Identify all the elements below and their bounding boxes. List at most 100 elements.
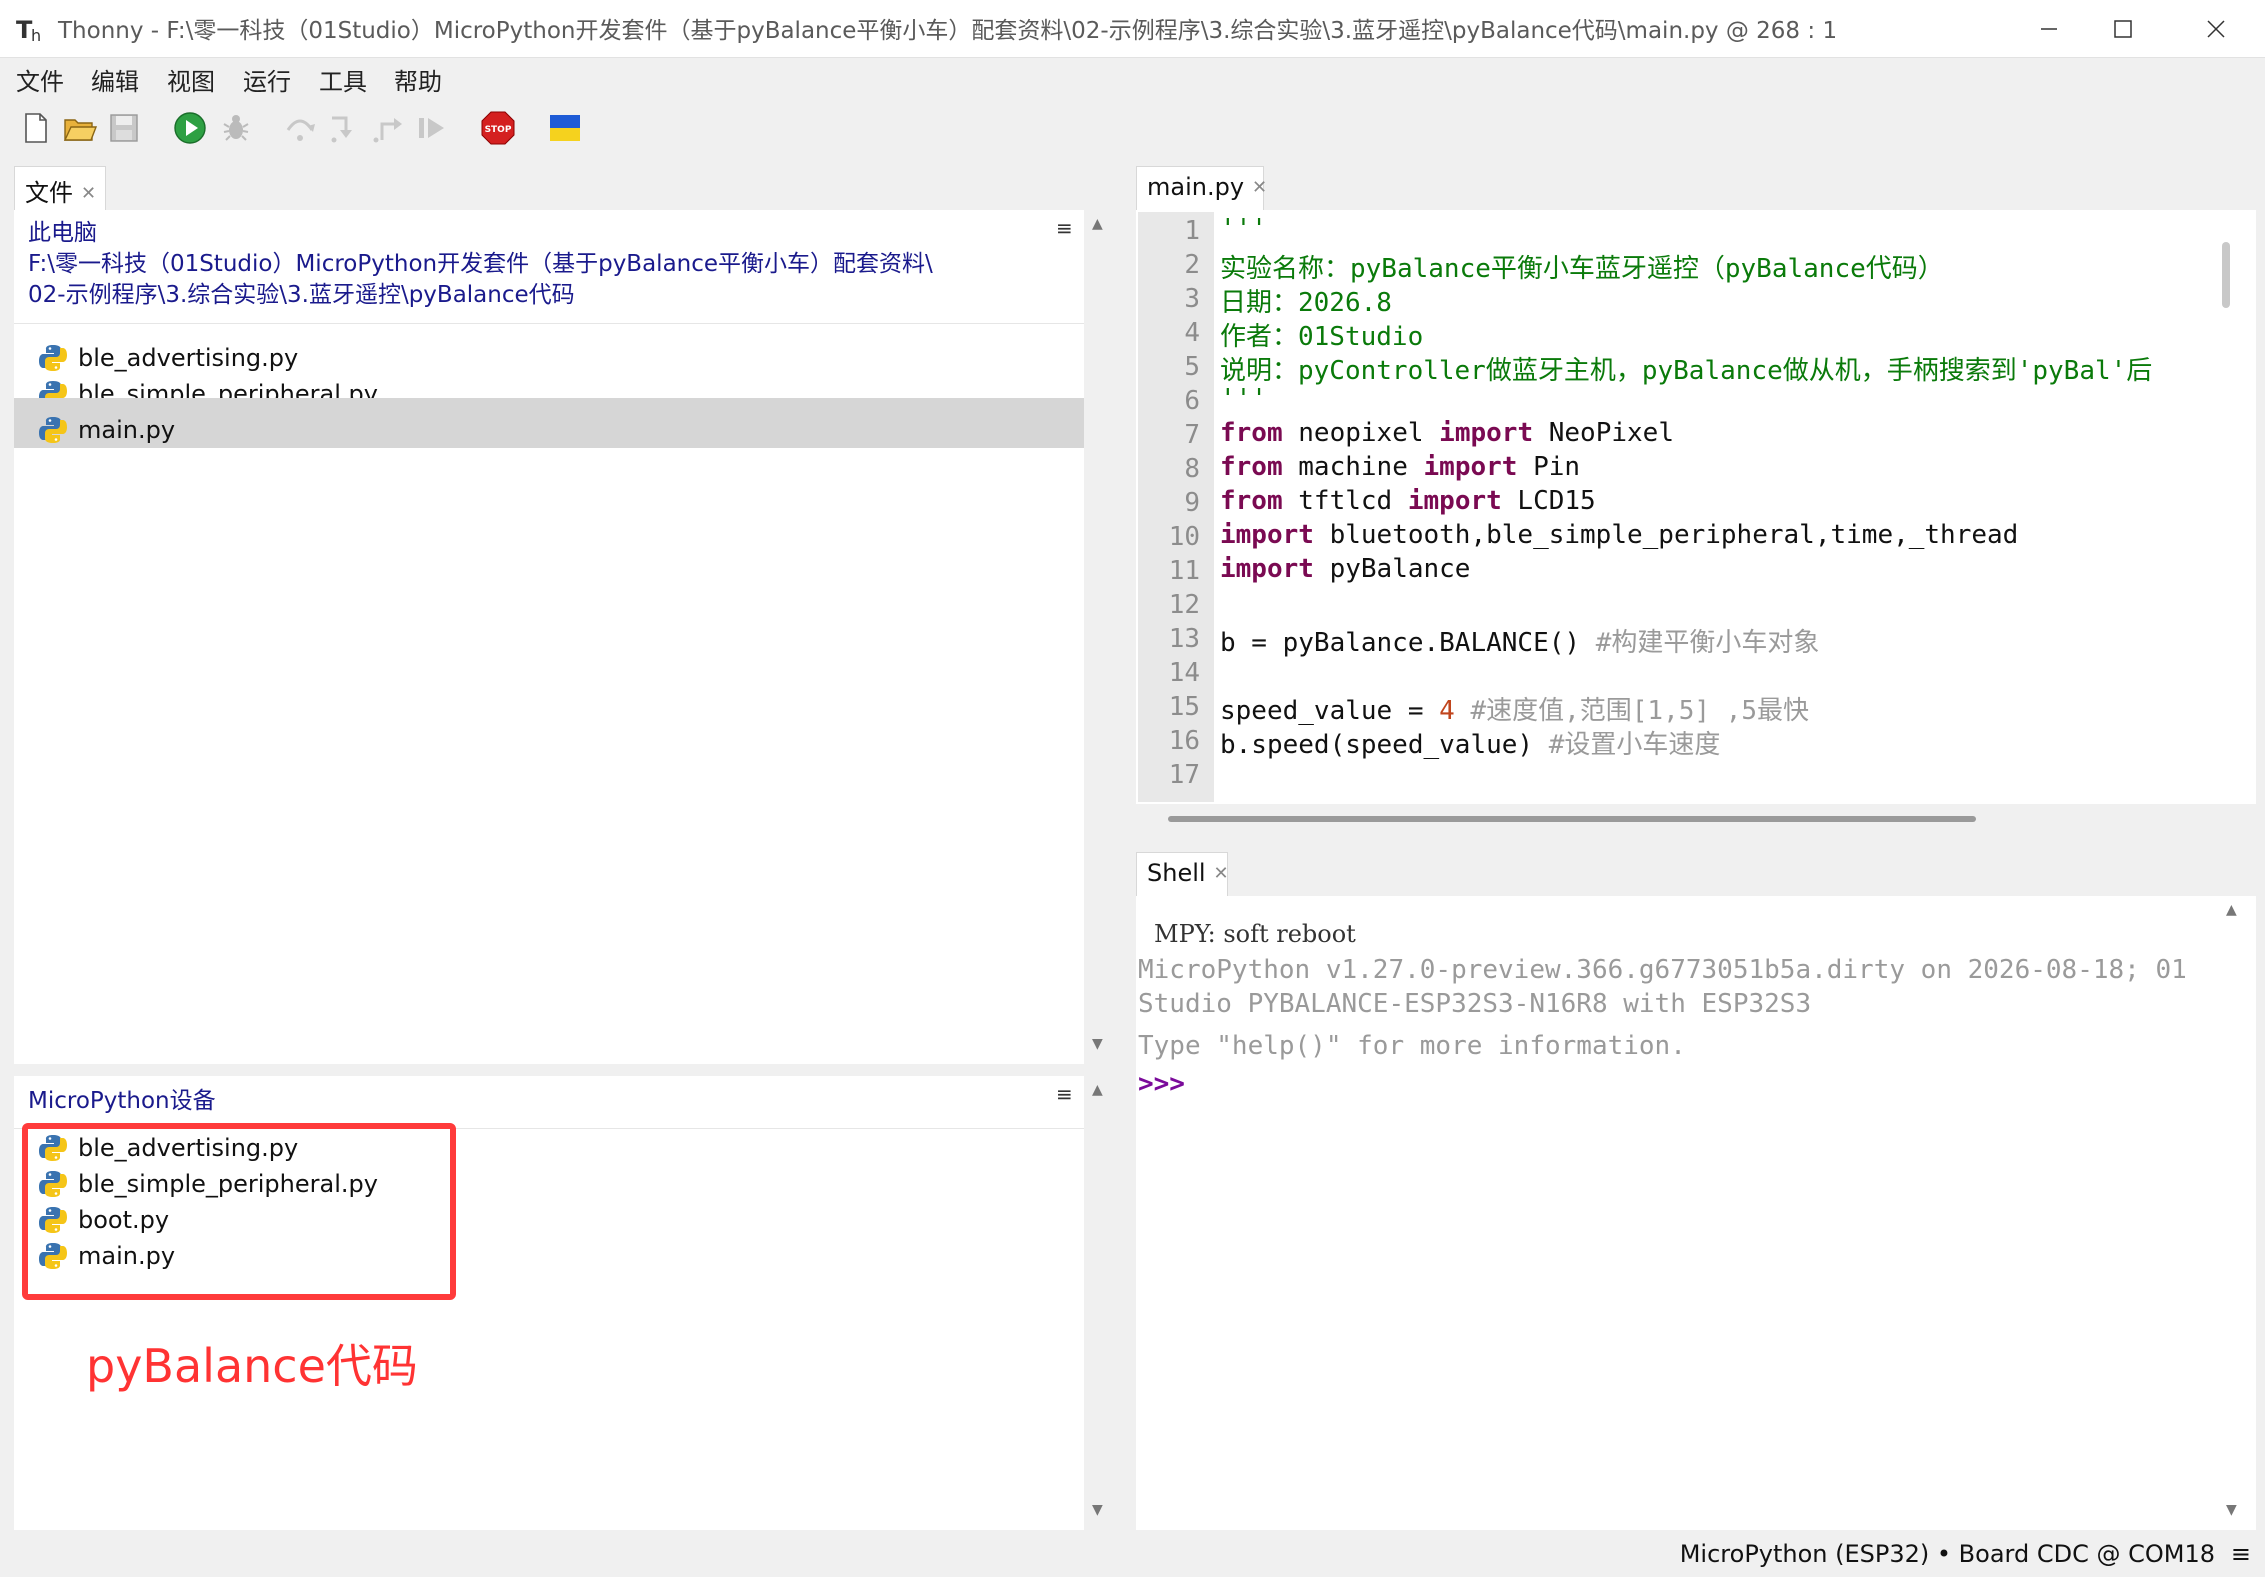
- editor-hscrollbar[interactable]: [1136, 804, 2256, 834]
- scroll-down-icon[interactable]: ▼: [1092, 1502, 1103, 1518]
- code-line-9: from tftlcd import LCD15: [1220, 486, 1596, 516]
- line-number-gutter: 1 2 3 4 5 6 7 8 9 10 11 12 13 14 15 16 1…: [1138, 212, 1214, 802]
- editor-hscroll-thumb[interactable]: [1168, 816, 1976, 822]
- shell-scrollbar[interactable]: ▲ ▼: [2222, 896, 2244, 1530]
- device-scrollbar[interactable]: ▲ ▼: [1088, 1076, 1110, 1530]
- code-line-6: ''': [1220, 384, 1267, 414]
- svg-text:h: h: [31, 26, 41, 44]
- close-icon[interactable]: ✕: [1214, 863, 1229, 884]
- step-over-icon[interactable]: [282, 110, 318, 146]
- shell-soft-reboot: MPY: soft reboot: [1154, 920, 1356, 948]
- resume-icon[interactable]: [414, 110, 450, 146]
- menu-help[interactable]: 帮助: [394, 62, 442, 97]
- tab-main-py-label: main.py: [1147, 173, 1245, 201]
- line-number: 13: [1168, 624, 1200, 654]
- interpreter-status[interactable]: MicroPython (ESP32) • Board CDC @ COM18: [1680, 1540, 2215, 1568]
- code-line-5: 说明：pyController做蓝牙主机，pyBalance做从机，手柄搜索到'…: [1220, 356, 2153, 386]
- ukraine-flag-icon[interactable]: [547, 110, 583, 146]
- status-menu-icon[interactable]: ≡: [2231, 1540, 2251, 1568]
- files-scrollbar[interactable]: ▲ ▼: [1088, 210, 1110, 1064]
- tab-shell[interactable]: Shell ✕: [1136, 852, 1229, 896]
- code-line-10: import bluetooth,ble_simple_peripheral,t…: [1220, 520, 2019, 550]
- python-file-icon: [39, 345, 67, 371]
- tab-main-py[interactable]: main.py ✕: [1136, 166, 1267, 210]
- code-line-15: speed_value = 4 #速度值,范围[1,5] ,5最快: [1220, 696, 1809, 726]
- close-icon: [2207, 20, 2225, 38]
- device-menu-icon[interactable]: ≡: [1056, 1082, 1073, 1106]
- close-window-button[interactable]: [2170, 0, 2262, 58]
- file-name: main.py: [78, 416, 176, 444]
- code-line-8: from machine import Pin: [1220, 452, 1581, 482]
- line-number: 2: [1184, 250, 1200, 280]
- run-icon[interactable]: [172, 110, 208, 146]
- line-number: 16: [1168, 726, 1200, 756]
- toolbar: STOP: [0, 98, 2265, 160]
- scroll-down-icon[interactable]: ▼: [2226, 1502, 2237, 1518]
- menu-view[interactable]: 视图: [167, 62, 215, 97]
- line-number: 17: [1168, 760, 1200, 790]
- maximize-button[interactable]: [2077, 0, 2169, 58]
- debug-icon[interactable]: [218, 110, 254, 146]
- tab-shell-label: Shell: [1147, 859, 1206, 887]
- close-icon[interactable]: ✕: [81, 183, 96, 204]
- maximize-icon: [2114, 20, 2132, 38]
- title-bar: T h Thonny - F:\零一科技（01Studio）MicroPytho…: [0, 0, 2265, 58]
- line-number: 15: [1168, 692, 1200, 722]
- annotation-label: pyBalance代码: [86, 1339, 418, 1393]
- code-line-4: 作者：01Studio: [1220, 322, 1424, 352]
- window-title: Thonny - F:\零一科技（01Studio）MicroPython开发套…: [58, 18, 1838, 44]
- thonny-logo-icon: T h: [16, 16, 41, 44]
- line-number: 4: [1184, 318, 1200, 348]
- line-number: 11: [1168, 556, 1200, 586]
- scroll-up-icon[interactable]: ▲: [2226, 902, 2237, 918]
- open-file-icon[interactable]: [62, 110, 98, 146]
- save-icon[interactable]: [106, 110, 142, 146]
- close-icon[interactable]: ✕: [1252, 177, 1267, 198]
- line-number: 5: [1184, 352, 1200, 382]
- tab-files[interactable]: 文件 ✕: [14, 166, 106, 210]
- line-number: 14: [1168, 658, 1200, 688]
- line-number: 10: [1168, 522, 1200, 552]
- line-number: 9: [1184, 488, 1200, 518]
- menu-run[interactable]: 运行: [243, 62, 291, 97]
- shell-banner-line-2: Studio PYBALANCE-ESP32S3-N16R8 with ESP3…: [1138, 989, 1812, 1019]
- editor-vscroll-thumb[interactable]: [2222, 242, 2230, 308]
- list-item[interactable]: ble_advertising.py: [14, 340, 1084, 376]
- step-into-icon[interactable]: [326, 110, 362, 146]
- code-line-11: import pyBalance: [1220, 554, 1471, 584]
- line-number: 1: [1184, 216, 1200, 246]
- shell-help-line: Type "help()" for more information.: [1138, 1031, 1686, 1061]
- line-number: 7: [1184, 420, 1200, 450]
- code-line-2: 实验名称：pyBalance平衡小车蓝牙遥控（pyBalance代码）: [1220, 254, 1944, 284]
- file-name: ble_advertising.py: [78, 344, 299, 372]
- new-file-icon[interactable]: [18, 110, 54, 146]
- line-number: 8: [1184, 454, 1200, 484]
- line-number: 12: [1168, 590, 1200, 620]
- stop-icon[interactable]: STOP: [480, 110, 516, 146]
- scroll-up-icon[interactable]: ▲: [1092, 216, 1103, 232]
- code-line-7: from neopixel import NeoPixel: [1220, 418, 1674, 448]
- scroll-up-icon[interactable]: ▲: [1092, 1082, 1103, 1098]
- shell-banner-line-1: MicroPython v1.27.0-preview.366.g6773051…: [1138, 955, 2187, 985]
- step-out-icon[interactable]: [370, 110, 406, 146]
- list-item-selected[interactable]: main.py: [14, 412, 1084, 448]
- this-pc-panel: 此电脑 F:\零一科技（01Studio）MicroPython开发套件（基于p…: [14, 210, 1084, 1064]
- menu-bar: 文件 编辑 视图 运行 工具 帮助: [0, 58, 2265, 98]
- path-line-1[interactable]: F:\零一科技（01Studio）MicroPython开发套件（基于pyBal…: [28, 249, 933, 280]
- this-pc-label[interactable]: 此电脑: [28, 218, 933, 249]
- shell-prompt[interactable]: >>>: [1138, 1069, 1185, 1099]
- menu-file[interactable]: 文件: [16, 62, 64, 97]
- line-number: 6: [1184, 386, 1200, 416]
- path-line-2[interactable]: 02-示例程序\3.综合实验\3.蓝牙遥控\pyBalance代码: [28, 280, 933, 311]
- menu-tools[interactable]: 工具: [319, 62, 367, 97]
- code-line-3: 日期：2026.8: [1220, 288, 1392, 318]
- scroll-down-icon[interactable]: ▼: [1092, 1036, 1103, 1052]
- status-bar: MicroPython (ESP32) • Board CDC @ COM18 …: [0, 1536, 2265, 1577]
- device-header[interactable]: MicroPython设备: [28, 1086, 216, 1117]
- minimize-icon: [2041, 28, 2057, 30]
- files-menu-icon[interactable]: ≡: [1056, 216, 1073, 240]
- menu-edit[interactable]: 编辑: [91, 62, 139, 97]
- highlight-box: [22, 1123, 456, 1300]
- tab-files-label: 文件: [25, 179, 73, 207]
- code-line-16: b.speed(speed_value) #设置小车速度: [1220, 730, 1721, 760]
